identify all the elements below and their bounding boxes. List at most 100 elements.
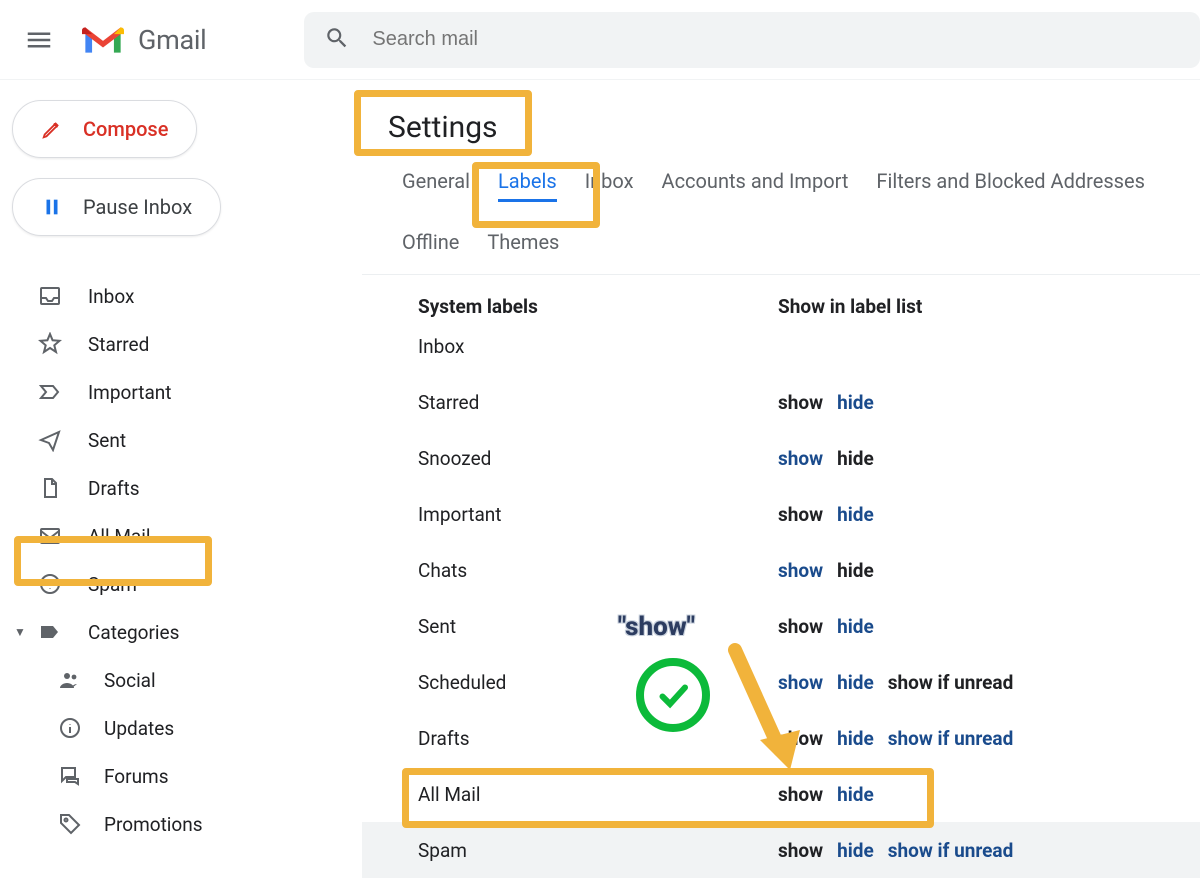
search-bar[interactable] [304, 12, 1200, 68]
info-icon [58, 716, 82, 740]
chevron-down-icon: ▼ [14, 625, 26, 639]
table-row: All Mailshowhide [418, 766, 1200, 822]
table-row: Spamshowhideshow if unread [362, 822, 1200, 878]
row-options: show hide [778, 503, 874, 526]
option-hide[interactable]: hide [837, 503, 874, 526]
row-label: Important [418, 503, 778, 526]
important-icon [38, 380, 62, 404]
row-options: show hide show if unread [778, 671, 1013, 694]
sidebar-item-drafts[interactable]: Drafts [6, 464, 316, 512]
sidebar-item-updates[interactable]: Updates [6, 704, 316, 752]
sidebar-item-label: Social [104, 669, 156, 692]
option-hide[interactable]: hide [837, 783, 874, 806]
row-label: Chats [418, 559, 778, 582]
row-label: Sent [418, 615, 778, 638]
sidebar-item-important[interactable]: Important [6, 368, 316, 416]
option-unread[interactable]: show if unread [888, 839, 1014, 862]
option-show: show [778, 727, 823, 750]
sent-icon [38, 428, 62, 452]
search-icon [324, 25, 350, 55]
settings-panel: Settings General Labels Inbox Accounts a… [362, 90, 1200, 878]
row-options: show hide [778, 559, 874, 582]
sidebar-item-promotions[interactable]: Promotions [6, 800, 316, 848]
option-hide[interactable]: hide [837, 391, 874, 414]
drafts-icon [38, 476, 62, 500]
tab-inbox[interactable]: Inbox [585, 169, 634, 202]
brand-text: Gmail [138, 24, 206, 56]
row-label: Spam [418, 839, 778, 862]
search-input[interactable] [372, 28, 1180, 51]
option-hide[interactable]: hide [837, 839, 874, 862]
option-show[interactable]: show [778, 559, 823, 582]
sidebar-item-forums[interactable]: Forums [6, 752, 316, 800]
option-hide[interactable]: hide [837, 727, 874, 750]
tab-labels[interactable]: Labels [498, 169, 557, 202]
star-icon [38, 332, 62, 356]
tab-offline[interactable]: Offline [402, 230, 459, 260]
sidebar-item-inbox[interactable]: Inbox [6, 272, 316, 320]
row-options: showhide [778, 783, 874, 806]
page-title: Settings [362, 90, 1200, 165]
option-show: show [778, 503, 823, 526]
row-options: show hide show if unread [778, 727, 1013, 750]
sidebar-item-social[interactable]: Social [6, 656, 316, 704]
tab-accounts[interactable]: Accounts and Import [662, 169, 849, 202]
sidebar-item-label: Promotions [104, 813, 203, 836]
sidebar-item-label: Forums [104, 765, 169, 788]
row-label: Drafts [418, 727, 778, 750]
sidebar-item-label: Categories [88, 621, 179, 644]
option-hide: hide [837, 447, 874, 470]
inbox-icon [38, 284, 62, 308]
labels-table: System labels Show in label list Inbox St… [362, 275, 1200, 878]
sidebar-item-label: Spam [88, 573, 137, 596]
option-hide: hide [837, 559, 874, 582]
header-system-labels: System labels [418, 295, 778, 318]
sidebar-item-categories[interactable]: ▼ Categories [6, 608, 316, 656]
pause-inbox-button[interactable]: Pause Inbox [12, 178, 221, 236]
settings-tabs: General Labels Inbox Accounts and Import… [362, 165, 1200, 275]
row-label: Snoozed [418, 447, 778, 470]
tab-filters[interactable]: Filters and Blocked Addresses [876, 169, 1145, 202]
option-unread: show if unread [888, 671, 1014, 694]
gmail-logo[interactable]: Gmail [82, 24, 206, 56]
tag-icon [58, 812, 82, 836]
compose-button[interactable]: Compose [12, 100, 197, 158]
table-row: Scheduledshow hide show if unread [418, 654, 1200, 710]
sidebar: Compose Pause Inbox Inbox Starred Import… [6, 100, 316, 848]
row-options: showhideshow if unread [778, 839, 1013, 862]
header-show-list: Show in label list [778, 295, 922, 318]
sidebar-item-spam[interactable]: Spam [6, 560, 316, 608]
sidebar-item-sent[interactable]: Sent [6, 416, 316, 464]
sidebar-item-starred[interactable]: Starred [6, 320, 316, 368]
label-icon [38, 620, 62, 644]
sidebar-item-label: Updates [104, 717, 174, 740]
menu-icon[interactable] [24, 25, 54, 55]
people-icon [58, 668, 82, 692]
sidebar-item-all-mail[interactable]: All Mail [6, 512, 316, 560]
option-unread[interactable]: show if unread [888, 727, 1014, 750]
option-show[interactable]: show [778, 671, 823, 694]
row-label: Inbox [418, 335, 778, 358]
tab-themes[interactable]: Themes [487, 230, 559, 260]
table-header: System labels Show in label list [418, 295, 1200, 318]
spam-icon [38, 572, 62, 596]
compose-label: Compose [83, 117, 168, 141]
forums-icon [58, 764, 82, 788]
table-row: Importantshow hide [418, 486, 1200, 542]
sidebar-item-label: All Mail [88, 525, 151, 548]
table-row: Chatsshow hide [418, 542, 1200, 598]
option-hide[interactable]: hide [837, 615, 874, 638]
sidebar-item-label: Sent [88, 429, 126, 452]
sidebar-item-label: Starred [88, 333, 149, 356]
row-label: Starred [418, 391, 778, 414]
row-label: Scheduled [418, 671, 778, 694]
option-hide[interactable]: hide [837, 671, 874, 694]
sidebar-item-label: Drafts [88, 477, 140, 500]
mail-icon [38, 524, 62, 548]
option-show: show [778, 615, 823, 638]
sidebar-nav: Inbox Starred Important Sent Drafts All … [6, 272, 316, 848]
table-row: Sentshow hide [418, 598, 1200, 654]
option-show[interactable]: show [778, 447, 823, 470]
table-row: Snoozedshow hide [418, 430, 1200, 486]
tab-general[interactable]: General [402, 169, 470, 202]
